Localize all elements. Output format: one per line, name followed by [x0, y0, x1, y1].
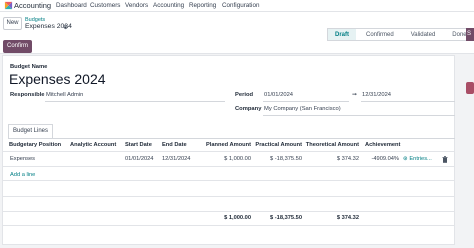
- col-end-date[interactable]: End Date: [162, 142, 187, 148]
- gear-icon[interactable]: ⚙: [63, 24, 68, 31]
- footer-bottom-divider: [3, 225, 454, 226]
- col-budgetary-position[interactable]: Budgetary Position: [9, 142, 61, 148]
- footer-top-divider: [3, 211, 454, 212]
- responsible-label: Responsible: [10, 92, 45, 98]
- col-theoretical-amount[interactable]: Theoretical Amount: [303, 142, 359, 148]
- accounting-app-icon[interactable]: [4, 1, 13, 10]
- entries-button[interactable]: ⊛ Entries...: [403, 156, 432, 162]
- total-practical: $ -18,375.50: [270, 215, 302, 221]
- period-end-field[interactable]: 12/31/2024: [362, 92, 391, 98]
- add-line-divider: [3, 180, 454, 181]
- responsible-underline: [45, 101, 225, 102]
- add-line-link[interactable]: Add a line: [10, 172, 35, 178]
- menu-customers[interactable]: Customers: [90, 2, 120, 9]
- top-navbar: Accounting Dashboard Customers Vendors A…: [0, 0, 474, 12]
- row-theoretical-amount: $ 374.32: [336, 156, 359, 162]
- row-planned-amount[interactable]: $ 1,000.00: [190, 156, 251, 162]
- period-start-underline: [263, 101, 349, 102]
- menu-accounting[interactable]: Accounting: [153, 2, 184, 9]
- row-achievement: -4909.04%: [371, 156, 399, 162]
- status-bar: Draft Confirmed Validated Done: [327, 28, 474, 41]
- company-label: Company: [235, 106, 262, 112]
- stage-draft[interactable]: Draft: [327, 28, 357, 41]
- period-end-underline: [361, 101, 455, 102]
- total-theoretical: $ 374.32: [336, 215, 359, 221]
- app-name[interactable]: Accounting: [14, 1, 51, 10]
- tab-budget-lines[interactable]: Budget Lines: [8, 124, 53, 138]
- side-button[interactable]: S: [466, 28, 474, 41]
- stage-confirmed[interactable]: Confirmed: [356, 28, 401, 41]
- menu-dashboard[interactable]: Dashboard: [56, 2, 87, 9]
- row-start-date[interactable]: 01/01/2024: [125, 156, 153, 162]
- menu-reporting[interactable]: Reporting: [189, 2, 216, 9]
- row-practical-amount: $ -18,375.50: [270, 156, 302, 162]
- total-planned: $ 1,000.00: [224, 215, 251, 221]
- empty-row-divider: [3, 196, 454, 197]
- confirm-button[interactable]: Confirm: [3, 40, 32, 53]
- period-label: Period: [235, 92, 254, 98]
- col-planned-amount[interactable]: Planned Amount: [190, 142, 251, 148]
- col-analytic-account[interactable]: Analytic Account: [70, 142, 116, 148]
- arrow-right-icon: ➞: [352, 92, 357, 98]
- stage-validated[interactable]: Validated: [400, 28, 443, 41]
- entries-icon: ⊛: [403, 156, 408, 162]
- row-divider: [3, 166, 454, 167]
- avatar[interactable]: [466, 82, 474, 94]
- menu-configuration[interactable]: Configuration: [222, 2, 259, 9]
- header-divider: [3, 151, 454, 152]
- budget-name-field[interactable]: Expenses 2024: [9, 71, 106, 87]
- company-field[interactable]: My Company (San Francisco): [264, 106, 341, 112]
- tab-divider: [8, 138, 455, 139]
- budget-name-label: Budget Name: [10, 64, 48, 70]
- trash-icon[interactable]: [442, 156, 448, 163]
- company-underline: [263, 115, 455, 116]
- entries-label: Entries...: [409, 156, 432, 162]
- menu-vendors[interactable]: Vendors: [125, 2, 148, 9]
- row-end-date[interactable]: 12/31/2024: [162, 156, 190, 162]
- col-practical-amount[interactable]: Practical Amount: [252, 142, 302, 148]
- col-achievement[interactable]: Achievement: [365, 142, 400, 148]
- period-start-field[interactable]: 01/01/2024: [264, 92, 293, 98]
- responsible-field[interactable]: Mitchell Admin: [46, 92, 83, 98]
- col-start-date[interactable]: Start Date: [125, 142, 152, 148]
- new-button[interactable]: New: [3, 17, 22, 30]
- row-position[interactable]: Expenses: [10, 156, 35, 162]
